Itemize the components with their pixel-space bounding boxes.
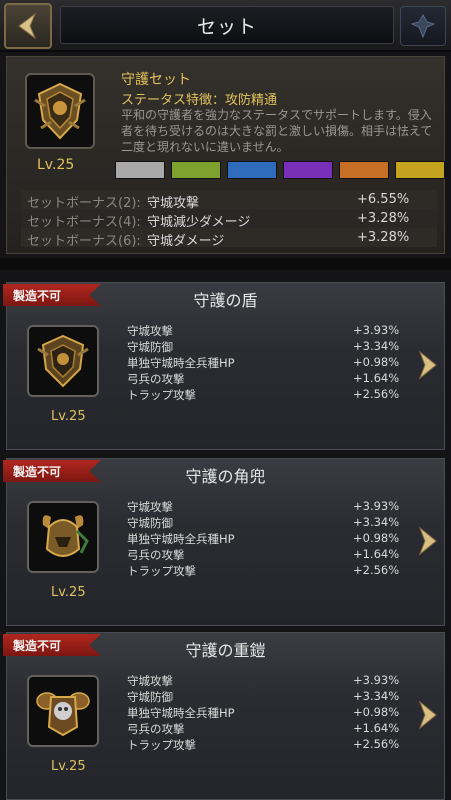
item-card-shield[interactable]: 製造不可 守護の盾 Lv.25 守城攻撃 +3.93% 守城防御 +3.34% 単独…	[3, 282, 445, 450]
item-name: 守護の重鎧	[185, 641, 266, 660]
quality-swatches	[115, 161, 445, 179]
stat-value: +1.64%	[353, 721, 400, 735]
stat-value: +1.64%	[353, 547, 400, 561]
ornament-icon	[410, 13, 436, 39]
stat-value: +3.34%	[353, 689, 400, 703]
stat-value: +2.56%	[353, 563, 400, 577]
set-bonus-list: セットボーナス(2): 守城攻撃 +6.55% セットボーナス(4): 守城減少…	[21, 190, 437, 249]
chevron-left-icon	[18, 12, 37, 40]
horned-helmet-icon[interactable]	[27, 501, 99, 573]
quality-swatch-purple[interactable]	[283, 161, 333, 179]
stat-row: 単独守城時全兵種HP +0.98%	[127, 705, 400, 721]
stat-row: 守城攻撃 +3.93%	[127, 499, 400, 515]
stat-name: 弓兵の攻撃	[127, 372, 185, 386]
stat-name: 弓兵の攻撃	[127, 548, 185, 562]
item-stat-list: 守城攻撃 +3.93% 守城防御 +3.34% 単独守城時全兵種HP +0.98% 弓…	[127, 673, 400, 753]
set-level: Lv.25	[37, 157, 75, 173]
bonus-value: +3.28%	[357, 230, 410, 245]
item-level: Lv.25	[51, 585, 86, 600]
item-card-armor[interactable]: 製造不可 守護の重鎧 Lv.25 守城攻撃 +3.93% 守城防御 +3.34% 単…	[3, 632, 445, 800]
ornament-button[interactable]	[400, 6, 446, 46]
shield-icon[interactable]	[27, 325, 99, 397]
bonus-value: +6.55%	[357, 192, 410, 207]
shield-crest-icon	[25, 73, 95, 149]
stat-value: +0.98%	[353, 355, 400, 369]
stat-name: トラップ攻撃	[127, 388, 196, 402]
stat-name: 守城攻撃	[127, 324, 173, 338]
item-level: Lv.25	[51, 409, 86, 424]
stat-value: +0.98%	[353, 705, 400, 719]
stat-name: 守城防御	[127, 690, 173, 704]
set-bonus-row: セットボーナス(2): 守城攻撃 +6.55%	[21, 190, 437, 211]
set-name: 守護セット	[121, 72, 191, 88]
stat-row: 弓兵の攻撃 +1.64%	[127, 547, 400, 563]
quality-swatch-blue[interactable]	[227, 161, 277, 179]
set-bonus-row: セットボーナス(6): 守城ダメージ +3.28%	[21, 228, 437, 249]
section-divider	[0, 258, 451, 270]
stat-row: 守城攻撃 +3.93%	[127, 323, 400, 339]
stat-row: 守城攻撃 +3.93%	[127, 673, 400, 689]
stat-value: +2.56%	[353, 387, 400, 401]
back-button[interactable]	[4, 3, 52, 49]
stat-row: 守城防御 +3.34%	[127, 689, 400, 705]
stat-row: 単独守城時全兵種HP +0.98%	[127, 531, 400, 547]
item-level: Lv.25	[51, 759, 86, 774]
stat-value: +3.34%	[353, 515, 400, 529]
stat-name: 単独守城時全兵種HP	[127, 532, 235, 546]
heavy-armor-icon[interactable]	[27, 675, 99, 747]
stat-name: 守城防御	[127, 340, 173, 354]
quality-swatch-gold[interactable]	[395, 161, 445, 179]
chevron-right-icon[interactable]	[415, 699, 439, 731]
page-title: セット	[196, 15, 257, 38]
bonus-stat: 守城ダメージ	[147, 234, 225, 249]
stat-row: 守城防御 +3.34%	[127, 515, 400, 531]
stat-name: 単独守城時全兵種HP	[127, 356, 235, 370]
stat-row: 弓兵の攻撃 +1.64%	[127, 371, 400, 387]
bonus-value: +3.28%	[357, 211, 410, 226]
stat-value: +1.64%	[353, 371, 400, 385]
bonus-label: セットボーナス(6):	[27, 234, 141, 249]
stat-name: トラップ攻撃	[127, 564, 196, 578]
header-bar: セット	[0, 0, 451, 52]
chevron-right-icon[interactable]	[415, 349, 439, 381]
stat-value: +3.93%	[353, 673, 400, 687]
stat-row: 守城防御 +3.34%	[127, 339, 400, 355]
item-stat-list: 守城攻撃 +3.93% 守城防御 +3.34% 単独守城時全兵種HP +0.98% 弓…	[127, 323, 400, 403]
stat-name: 単独守城時全兵種HP	[127, 706, 235, 720]
stat-name: 弓兵の攻撃	[127, 722, 185, 736]
item-name: 守護の角兜	[185, 467, 266, 486]
set-trait: ステータス特徴：攻防精通	[121, 93, 278, 108]
set-description: 平和の守護者を強力なステータスでサポートします。侵入者を待ち受けるのは大きな罰と…	[121, 108, 433, 154]
set-bonus-row: セットボーナス(4): 守城減少ダメージ +3.28%	[21, 209, 437, 230]
quality-swatch-orange[interactable]	[339, 161, 389, 179]
page-title-bar: セット	[60, 6, 394, 44]
stat-row: トラップ攻撃 +2.56%	[127, 737, 400, 753]
stat-name: トラップ攻撃	[127, 738, 196, 752]
stat-name: 守城攻撃	[127, 674, 173, 688]
stat-row: トラップ攻撃 +2.56%	[127, 387, 400, 403]
item-stat-list: 守城攻撃 +3.93% 守城防御 +3.34% 単独守城時全兵種HP +0.98% 弓…	[127, 499, 400, 579]
chevron-right-icon[interactable]	[415, 525, 439, 557]
quality-swatch-gray[interactable]	[115, 161, 165, 179]
stat-value: +3.93%	[353, 499, 400, 513]
stat-name: 守城攻撃	[127, 500, 173, 514]
stat-name: 守城防御	[127, 516, 173, 530]
stat-row: 弓兵の攻撃 +1.64%	[127, 721, 400, 737]
set-summary-panel: Lv.25 守護セット ステータス特徴：攻防精通 平和の守護者を強力なステータス…	[6, 56, 445, 254]
stat-row: トラップ攻撃 +2.56%	[127, 563, 400, 579]
item-card-helmet[interactable]: 製造不可 守護の角兜 Lv.25 守城攻撃 +3.93% 守城防御 +3.34% 単…	[3, 458, 445, 626]
stat-value: +2.56%	[353, 737, 400, 751]
item-name: 守護の盾	[193, 291, 258, 310]
stat-value: +3.34%	[353, 339, 400, 353]
quality-swatch-green[interactable]	[171, 161, 221, 179]
stat-row: 単独守城時全兵種HP +0.98%	[127, 355, 400, 371]
stat-value: +3.93%	[353, 323, 400, 337]
stat-value: +0.98%	[353, 531, 400, 545]
